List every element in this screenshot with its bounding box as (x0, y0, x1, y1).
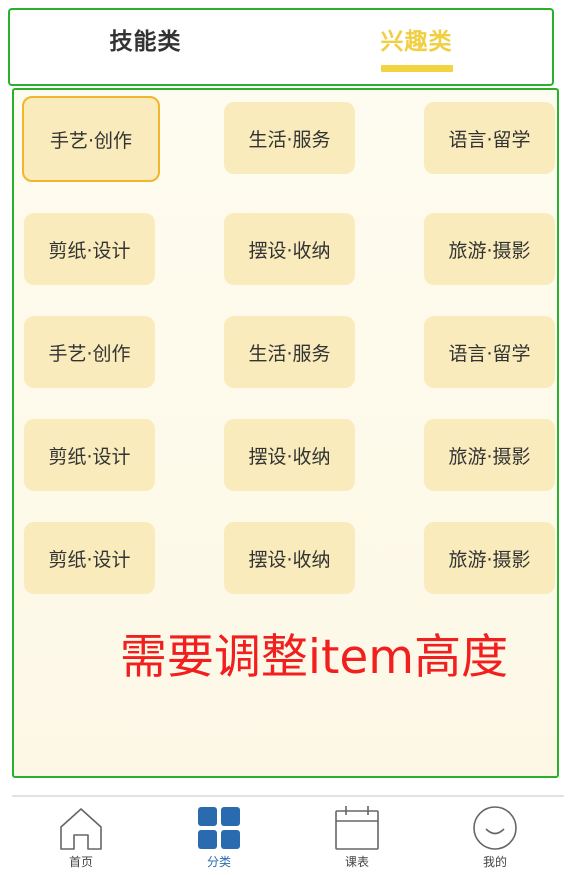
nav-schedule-label: 课表 (344, 855, 369, 869)
bottom-nav: 首页 分类 课表 我的 (12, 797, 564, 875)
category-item[interactable]: 摆设·收纳 (224, 213, 355, 285)
tab-skills[interactable]: 技能类 (10, 10, 281, 84)
calendar-icon (335, 806, 379, 850)
category-item[interactable]: 手艺·创作 (24, 316, 155, 388)
category-item[interactable]: 摆设·收纳 (224, 522, 355, 594)
category-item[interactable]: 旅游·摄影 (424, 419, 555, 491)
tab-interests-label: 兴趣类 (380, 29, 453, 55)
nav-profile-label: 我的 (482, 855, 507, 869)
category-item[interactable]: 剪纸·设计 (24, 419, 155, 491)
profile-icon (473, 806, 517, 850)
home-icon (60, 808, 102, 850)
nav-category-label: 分类 (206, 855, 231, 869)
nav-profile[interactable]: 我的 (426, 797, 564, 875)
category-icon (198, 807, 240, 849)
nav-home[interactable]: 首页 (12, 797, 150, 875)
annotation-text: 需要调整item高度 (119, 630, 509, 685)
category-item[interactable]: 语言·留学 (424, 102, 555, 174)
tab-interests[interactable]: 兴趣类 (281, 10, 552, 84)
category-item[interactable]: 摆设·收纳 (224, 419, 355, 491)
category-tabs: 技能类 兴趣类 (8, 8, 554, 86)
category-item[interactable]: 手艺·创作 (22, 96, 160, 182)
category-item[interactable]: 剪纸·设计 (24, 522, 155, 594)
category-item[interactable]: 剪纸·设计 (24, 213, 155, 285)
tab-skills-label: 技能类 (109, 29, 182, 55)
nav-category[interactable]: 分类 (150, 797, 288, 875)
category-grid-panel: 手艺·创作 生活·服务 语言·留学 剪纸·设计 摆设·收纳 旅游·摄影 手艺·创… (12, 88, 559, 778)
active-tab-indicator (380, 65, 453, 72)
category-item[interactable]: 语言·留学 (424, 316, 555, 388)
category-item[interactable]: 旅游·摄影 (424, 213, 555, 285)
category-item[interactable]: 生活·服务 (224, 102, 355, 174)
nav-schedule[interactable]: 课表 (288, 797, 426, 875)
category-grid: 手艺·创作 生活·服务 语言·留学 剪纸·设计 摆设·收纳 旅游·摄影 手艺·创… (22, 96, 555, 594)
category-item[interactable]: 生活·服务 (224, 316, 355, 388)
nav-home-label: 首页 (68, 855, 93, 869)
category-item[interactable]: 旅游·摄影 (424, 522, 555, 594)
